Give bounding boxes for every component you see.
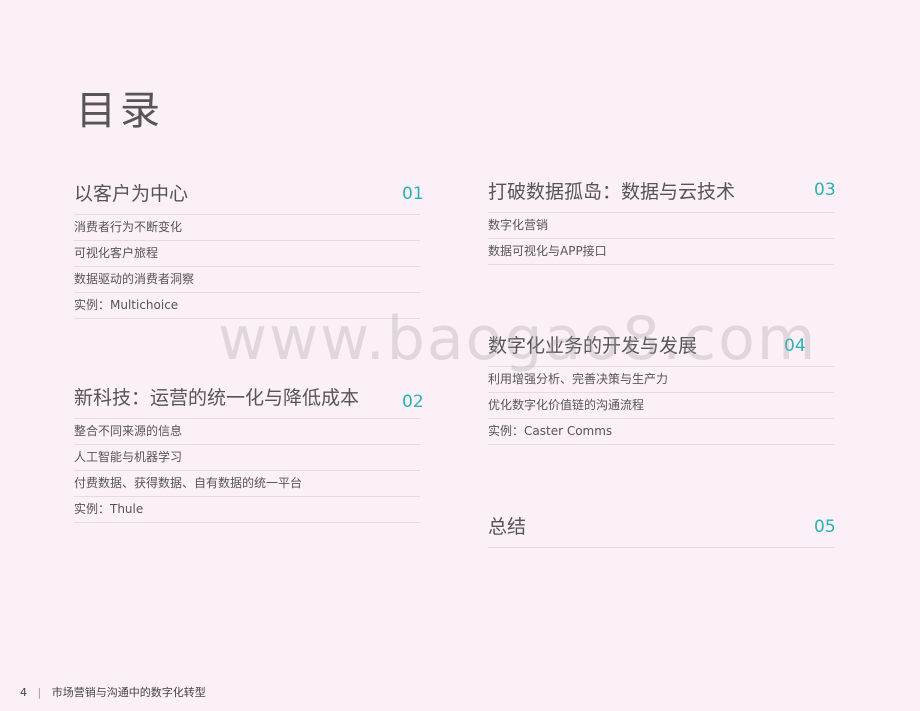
toc-section-04: 数字化业务的开发与发展 04 利用增强分析、完善决策与生产力 优化数字化价值链的…: [488, 330, 834, 445]
toc-item[interactable]: 付费数据、获得数据、自有数据的统一平台: [74, 471, 420, 497]
section-number[interactable]: 02: [402, 392, 424, 412]
section-header: 以客户为中心 01: [74, 178, 424, 215]
document-title: 市场营销与沟通中的数字化转型: [51, 686, 206, 699]
section-title[interactable]: 新科技：运营的统一化与降低成本: [74, 383, 359, 410]
section-items: 整合不同来源的信息 人工智能与机器学习 付费数据、获得数据、自有数据的统一平台 …: [74, 419, 420, 523]
toc-section-02: 新科技：运营的统一化与降低成本 02 整合不同来源的信息 人工智能与机器学习 付…: [74, 382, 424, 523]
toc-item[interactable]: 人工智能与机器学习: [74, 445, 420, 471]
toc-item[interactable]: 数字化营销: [488, 213, 834, 239]
section-header: 总结 05: [488, 511, 836, 548]
toc-item[interactable]: 数据可视化与APP接口: [488, 239, 834, 265]
toc-item[interactable]: 优化数字化价值链的沟通流程: [488, 393, 834, 419]
page-footer: 4 | 市场营销与沟通中的数字化转型: [20, 684, 206, 700]
toc-section-01: 以客户为中心 01 消费者行为不断变化 可视化客户旅程 数据驱动的消费者洞察 实…: [74, 178, 424, 319]
section-title[interactable]: 以客户为中心: [74, 179, 188, 206]
section-title[interactable]: 总结: [488, 512, 526, 539]
toc-item[interactable]: 实例：Multichoice: [74, 293, 420, 319]
section-items: 消费者行为不断变化 可视化客户旅程 数据驱动的消费者洞察 实例：Multicho…: [74, 215, 420, 319]
section-number[interactable]: 05: [814, 517, 836, 537]
section-number[interactable]: 04: [784, 336, 806, 356]
section-title[interactable]: 打破数据孤岛：数据与云技术: [488, 177, 735, 204]
toc-section-05: 总结 05: [488, 511, 836, 548]
section-header: 打破数据孤岛：数据与云技术 03: [488, 176, 836, 213]
toc-item[interactable]: 数据驱动的消费者洞察: [74, 267, 420, 293]
toc-item[interactable]: 实例：Thule: [74, 497, 420, 523]
section-title[interactable]: 数字化业务的开发与发展: [488, 331, 697, 358]
toc-item[interactable]: 可视化客户旅程: [74, 241, 420, 267]
section-number[interactable]: 03: [814, 180, 836, 200]
section-header: 数字化业务的开发与发展 04: [488, 330, 834, 367]
toc-item[interactable]: 整合不同来源的信息: [74, 419, 420, 445]
footer-separator: |: [37, 686, 42, 699]
page-title: 目录: [76, 88, 164, 134]
section-items: 利用增强分析、完善决策与生产力 优化数字化价值链的沟通流程 实例：Caster …: [488, 367, 834, 445]
section-header: 新科技：运营的统一化与降低成本 02: [74, 382, 424, 419]
section-number[interactable]: 01: [402, 184, 424, 204]
toc-item[interactable]: 实例：Caster Comms: [488, 419, 834, 445]
toc-section-03: 打破数据孤岛：数据与云技术 03 数字化营销 数据可视化与APP接口: [488, 176, 836, 265]
toc-item[interactable]: 消费者行为不断变化: [74, 215, 420, 241]
toc-item[interactable]: 利用增强分析、完善决策与生产力: [488, 367, 834, 393]
section-items: 数字化营销 数据可视化与APP接口: [488, 213, 834, 265]
page-number: 4: [20, 686, 27, 699]
